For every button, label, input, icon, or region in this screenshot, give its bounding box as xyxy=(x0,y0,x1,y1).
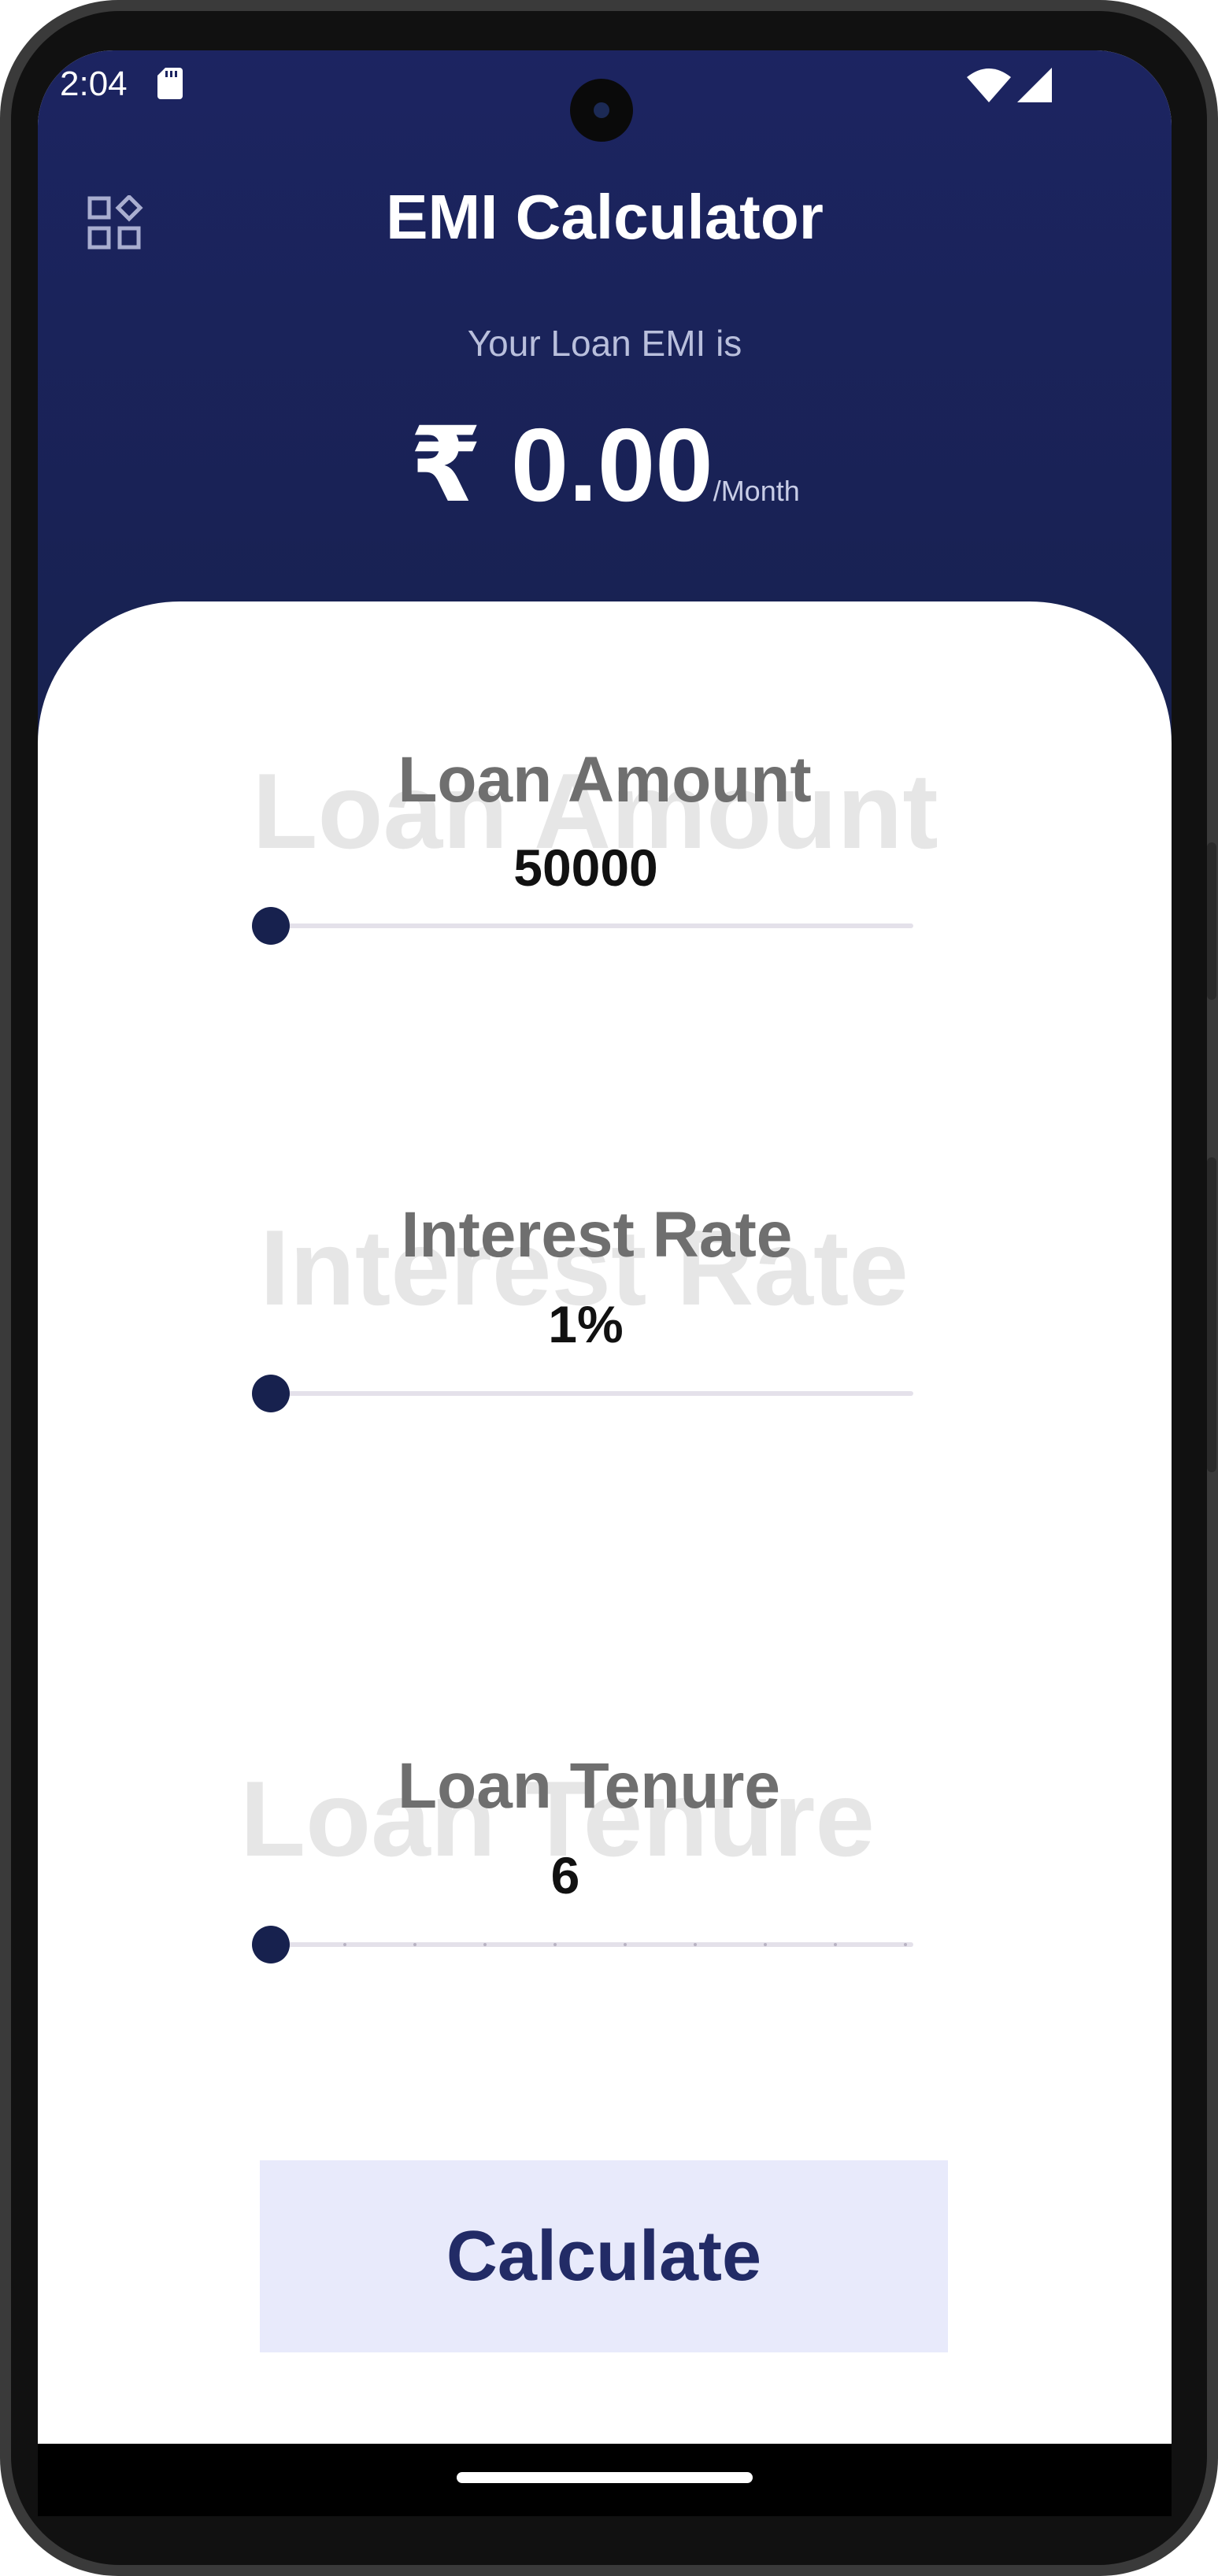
tenure-tick xyxy=(413,1943,416,1946)
interest-rate-slider-thumb[interactable] xyxy=(252,1375,290,1412)
app-title: EMI Calculator xyxy=(386,182,824,252)
emi-result: ₹ 0.00/Month xyxy=(38,405,1172,526)
volume-button xyxy=(1207,1157,1216,1472)
signal-icon xyxy=(1017,68,1052,102)
loan-amount-slider[interactable] xyxy=(252,907,913,945)
loan-amount-slider-thumb[interactable] xyxy=(252,907,290,945)
tenure-tick xyxy=(343,1943,346,1946)
tenure-tick xyxy=(904,1943,907,1946)
tenure-tick xyxy=(553,1943,557,1946)
status-time: 2:04 xyxy=(60,65,128,103)
home-gesture-handle[interactable] xyxy=(457,2472,753,2483)
interest-rate-slider-track[interactable] xyxy=(271,1391,913,1396)
loan-tenure-slider[interactable] xyxy=(252,1926,913,1963)
interest-rate-value: 1% xyxy=(548,1295,624,1353)
loan-tenure-slider-track[interactable] xyxy=(271,1942,913,1947)
emi-label: Your Loan EMI is xyxy=(467,323,742,364)
tenure-tick xyxy=(694,1943,697,1946)
tenure-tick xyxy=(624,1943,627,1946)
interest-rate-slider[interactable] xyxy=(252,1375,913,1412)
tenure-tick xyxy=(834,1943,837,1946)
loan-tenure-title: Loan Tenure xyxy=(398,1750,780,1822)
navigation-bar xyxy=(38,2444,1172,2516)
loan-amount-slider-track[interactable] xyxy=(271,923,913,928)
loan-tenure-slider-thumb[interactable] xyxy=(252,1926,290,1963)
loan-amount-title: Loan Amount xyxy=(398,744,812,816)
loan-tenure-value: 6 xyxy=(550,1846,580,1904)
emi-amount: ₹ 0.00 xyxy=(409,407,713,523)
tenure-tick xyxy=(764,1943,767,1946)
interest-rate-title: Interest Rate xyxy=(401,1199,793,1271)
calculate-button[interactable]: Calculate xyxy=(260,2160,948,2352)
sd-card-icon xyxy=(157,68,183,99)
status-bar: 2:04 xyxy=(38,50,1172,142)
emi-unit: /Month xyxy=(713,475,800,507)
power-button xyxy=(1207,842,1216,1000)
tenure-tick xyxy=(483,1943,487,1946)
loan-amount-value: 50000 xyxy=(513,838,658,897)
front-camera xyxy=(570,79,633,142)
app-screen: 2:04 EMI Calculator Your Loan EMI is ₹ 0… xyxy=(38,50,1172,2444)
wifi-icon xyxy=(967,68,1011,102)
